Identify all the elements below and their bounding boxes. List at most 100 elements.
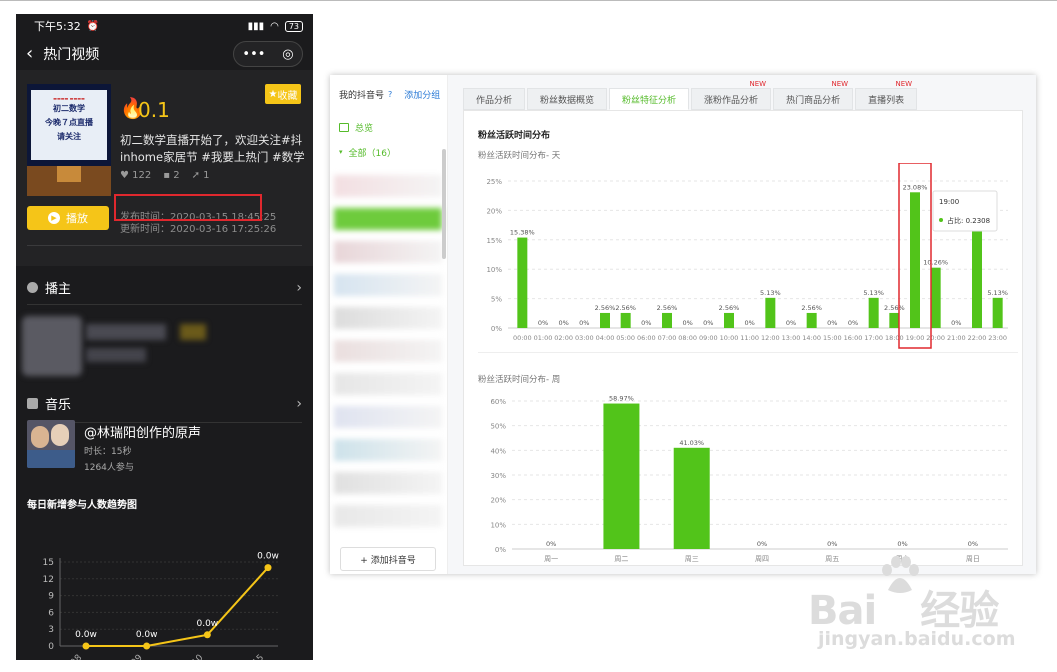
account-item-blurred[interactable] xyxy=(334,472,442,494)
sidebar-header: 我的抖音号 ? 添加分组 xyxy=(330,75,447,113)
host-name-blurred xyxy=(86,324,166,340)
nav-bar: ‹ 热门视频 ••• ◎ xyxy=(16,38,313,70)
comments-stat: ▪ 2 xyxy=(163,170,180,181)
bar xyxy=(806,312,817,328)
data-label: 2.56% xyxy=(884,304,905,312)
tab-5[interactable]: 直播列表 NEW xyxy=(855,80,918,110)
tab-1[interactable]: 粉丝数据概览 xyxy=(527,88,608,110)
account-item-blurred[interactable] xyxy=(334,241,442,263)
my-accounts-label: 我的抖音号 xyxy=(339,90,385,101)
music-section-header[interactable]: 音乐 › xyxy=(27,394,302,413)
day-bar-chart: 0% 5% 10% 15% 20% 25% 15.38% 00:00 0% 01:00 0% 02:0… xyxy=(486,163,1008,349)
nav-title: 热门视频 xyxy=(43,47,100,63)
sidebar-scrollbar[interactable] xyxy=(442,149,446,259)
account-item-blurred[interactable] xyxy=(334,307,442,329)
music-cover-person-1 xyxy=(31,426,49,448)
bar xyxy=(603,403,640,549)
bar xyxy=(930,267,941,328)
host-section-header[interactable]: 播主 › xyxy=(27,278,302,297)
alarm-icon: ⏰ xyxy=(86,20,100,32)
data-label: 0% xyxy=(951,319,961,327)
chevron-right-icon: › xyxy=(296,395,302,412)
thumbnail-text-3: 请关注 xyxy=(57,132,81,141)
account-item-blurred[interactable] xyxy=(334,505,442,527)
divider xyxy=(27,245,302,246)
add-account-button[interactable]: + 添加抖音号 xyxy=(340,547,436,571)
chevron-right-icon: › xyxy=(296,279,302,296)
x-tick-label: 13:00 xyxy=(782,334,801,342)
more-icon[interactable]: ••• xyxy=(242,47,265,62)
bar xyxy=(662,312,672,328)
x-tick-label: 03/09 xyxy=(119,653,145,660)
music-cover-person-2 xyxy=(51,424,69,446)
data-label: 0% xyxy=(745,319,755,327)
host-section-title: 播主 xyxy=(45,282,72,297)
y-tick-label: 0 xyxy=(48,642,54,652)
add-group-link[interactable]: 添加分组 xyxy=(404,88,440,101)
series-line xyxy=(86,566,269,647)
analytics-panel: 我的抖音号 ? 添加分组 总览 ▾ 全部（16） + 添加抖音号 作品分析 粉丝数… xyxy=(330,75,1036,574)
tab-4[interactable]: 热门商品分析 NEW xyxy=(773,80,854,110)
x-tick-label: 周四 xyxy=(755,555,769,563)
video-thumbnail[interactable]: ▬▬▬▬ ▬▬▬▬ 初二数学 今晚７点直播 请关注 xyxy=(27,84,111,196)
x-tick-label: 23:00 xyxy=(988,334,1007,342)
y-tick-label: 12 xyxy=(43,575,54,585)
sidebar-item-overview[interactable]: 总览 xyxy=(330,113,447,141)
wifi-icon: ◠ xyxy=(270,20,279,32)
heat-score: 0.1 xyxy=(138,98,170,122)
tab-2[interactable]: 粉丝特征分析 xyxy=(609,88,690,110)
data-point xyxy=(82,642,90,650)
x-tick-label: 周一 xyxy=(544,555,558,563)
data-label: 15.38% xyxy=(510,229,535,237)
tooltip-value: 占比: 0.2308 xyxy=(947,216,990,225)
x-tick-label: 09:00 xyxy=(699,334,718,342)
tooltip-dot xyxy=(939,218,943,222)
account-item-blurred[interactable] xyxy=(334,406,442,428)
chart-content: 粉丝活跃时间分布 粉丝活跃时间分布- 天 0% 5% 10% 15% 20% 25% 15.… xyxy=(463,110,1023,566)
account-item-blurred[interactable] xyxy=(334,373,442,395)
update-time: 更新时间：2020-03-16 17:25:26 xyxy=(120,224,277,235)
data-label: 2.56% xyxy=(595,304,616,312)
play-label: 播放 xyxy=(66,212,88,225)
play-button[interactable]: ▶ 播放 xyxy=(27,206,109,230)
tab-0[interactable]: 作品分析 xyxy=(463,88,526,110)
music-cover[interactable] xyxy=(27,420,75,468)
data-label: 0.0w xyxy=(196,619,218,629)
tab-3[interactable]: 涨粉作品分析 NEW xyxy=(691,80,772,110)
help-icon[interactable]: ? xyxy=(388,90,392,99)
account-item-blurred[interactable] xyxy=(334,439,442,461)
back-icon[interactable]: ‹ xyxy=(26,45,33,63)
bar xyxy=(620,312,631,328)
data-label: 0.0w xyxy=(75,630,97,640)
x-tick-label: 22:00 xyxy=(968,334,987,342)
x-tick-label: 20:00 xyxy=(926,334,945,342)
favorite-label: 收藏 xyxy=(277,90,298,102)
host-badge-blurred xyxy=(180,324,206,340)
x-tick-label: 02:00 xyxy=(554,334,573,342)
bar xyxy=(765,297,776,328)
tab-label: 作品分析 xyxy=(476,95,513,106)
account-sidebar: 我的抖音号 ? 添加分组 总览 ▾ 全部（16） + 添加抖音号 xyxy=(330,75,448,574)
bar xyxy=(992,297,1003,328)
account-item-blurred[interactable] xyxy=(334,274,442,296)
favorite-button[interactable]: ★ 收藏 xyxy=(265,84,301,104)
sidebar-group-all[interactable]: ▾ 全部（16） xyxy=(330,141,447,163)
data-label: 0% xyxy=(848,319,858,327)
week-chart-subtitle: 粉丝活跃时间分布- 周 xyxy=(478,375,561,385)
y-tick-label: 20% xyxy=(490,497,506,505)
data-label: 0% xyxy=(538,319,548,327)
y-tick-label: 30% xyxy=(490,472,506,480)
day-chart-subtitle: 粉丝活跃时间分布- 天 xyxy=(478,151,561,161)
tooltip-box xyxy=(932,190,998,232)
account-item-blurred[interactable] xyxy=(334,175,442,197)
music-title: @林瑞阳创作的原声 xyxy=(84,426,202,441)
bar xyxy=(889,312,900,328)
tab-label: 粉丝数据概览 xyxy=(540,95,595,106)
account-item-blurred[interactable] xyxy=(334,340,442,362)
y-tick-label: 10% xyxy=(490,521,506,529)
close-target-icon[interactable]: ◎ xyxy=(282,47,293,62)
y-tick-label: 20% xyxy=(486,207,502,215)
main-area: 作品分析 粉丝数据概览 粉丝特征分析 涨粉作品分析 NEW 热门商品分析 NEW 直播列表 NE… xyxy=(448,75,1036,574)
account-item-blurred[interactable] xyxy=(334,208,442,230)
divider xyxy=(27,304,302,305)
